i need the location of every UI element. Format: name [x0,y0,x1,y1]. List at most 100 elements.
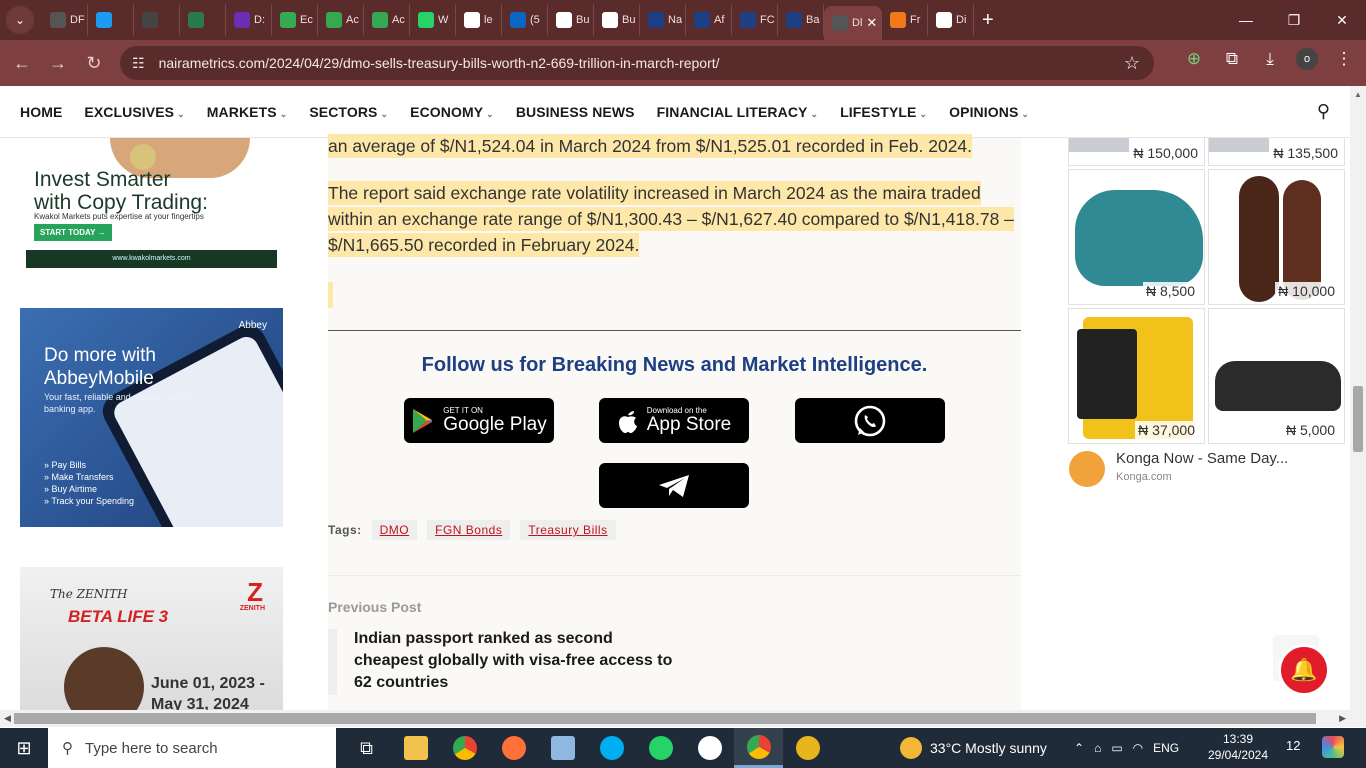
browser-tab[interactable]: FC [732,4,778,36]
browser-tab[interactable]: Ac [318,4,364,36]
browser-tab[interactable]: Ba [778,4,824,36]
product-card-welder[interactable]: ₦ 37,000 [1068,308,1205,444]
highlighted-text: The report said exchange rate volatility… [328,181,1014,257]
product-price: ₦ 8,500 [1142,282,1198,300]
weather-widget[interactable]: 33°C Mostly sunny [900,728,1047,768]
browser-tab-active[interactable]: Dl ✕ [824,6,882,40]
address-bar[interactable]: ☷ nairametrics.com/2024/04/29/dmo-sells-… [120,46,1154,80]
browser-tab[interactable]: Ac [364,4,410,36]
tag-link[interactable]: FGN Bonds [427,520,511,540]
chrome-active-icon[interactable] [734,728,783,768]
task-view-icon[interactable]: ⧉ [342,728,391,768]
browser-tab[interactable] [134,4,180,36]
ad-abbey-mobile[interactable]: Abbey Do more with AbbeyMobile Your fast… [20,308,283,527]
url-text: nairametrics.com/2024/04/29/dmo-sells-tr… [158,55,720,71]
wifi-icon[interactable]: ◠ [1133,741,1143,755]
nav-item-sectors[interactable]: SECTORS ⌄ [309,104,388,120]
browser-tab[interactable]: Ec [272,4,318,36]
product-card[interactable]: ₦ 150,000 [1068,138,1205,166]
product-card-brush-set[interactable]: ₦ 5,000 [1208,308,1345,444]
taskbar-clock[interactable]: 13:39 29/04/2024 [1206,731,1270,763]
nav-item-opinions[interactable]: OPINIONS ⌄ [949,104,1029,120]
menu-kebab-icon[interactable]: ⋮ [1332,49,1356,69]
browser-tab[interactable]: D: [226,4,272,36]
browser-tab[interactable]: Fr [882,4,928,36]
nav-item-markets[interactable]: MARKETS ⌄ [207,104,288,120]
whatsapp-icon[interactable] [685,728,734,768]
downloads-icon[interactable]: ⤓ [1258,49,1282,69]
search-icon[interactable]: ⚲ [1317,101,1330,122]
nav-item-financial-literacy[interactable]: FINANCIAL LITERACY ⌄ [657,104,819,120]
product-card-slipper[interactable]: ₦ 8,500 [1068,169,1205,305]
browser-tab[interactable]: Bu [594,4,640,36]
bookmark-star-icon[interactable]: ☆ [1124,53,1140,74]
notes-app-icon[interactable] [538,728,587,768]
windows-start-icon[interactable]: ⊞ [0,728,48,768]
tray-chevron-up-icon[interactable]: ⌃ [1074,741,1084,755]
app-store-button[interactable]: Download on the App Store [599,398,749,443]
browser-tab[interactable]: (5 [502,4,548,36]
product-image [1215,361,1341,411]
tray-meet-icon[interactable]: ⌂ [1094,741,1101,755]
browser-tab[interactable]: Di [928,4,974,36]
google-play-button[interactable]: GET IT ON Google Play [404,398,554,443]
browser-tab[interactable]: le [456,4,502,36]
tag-link[interactable]: DMO [371,520,418,540]
new-tab-plus-icon[interactable]: + [982,9,994,32]
whatsapp-business-icon[interactable] [636,728,685,768]
copilot-icon[interactable] [1322,736,1344,758]
minimize-icon[interactable]: — [1222,0,1270,40]
tab-search-chevron-icon[interactable]: ⌄ [6,6,34,34]
profile-avatar[interactable]: o [1296,48,1318,70]
highlighted-text: an average of $/N1,524.04 in March 2024 … [328,134,973,158]
scrollbar-thumb[interactable] [1353,386,1363,452]
browser-tab[interactable]: W [410,4,456,36]
browser-tab[interactable] [180,4,226,36]
product-card[interactable]: ₦ 135,500 [1208,138,1345,166]
language-indicator[interactable]: ENG [1153,741,1179,755]
scroll-up-arrow-icon[interactable]: ▲ [1354,90,1362,99]
nav-item-exclusives[interactable]: EXCLUSIVES ⌄ [84,104,184,120]
ad-kwakol-markets[interactable]: Invest Smarter with Copy Trading: Kwakol… [20,138,283,268]
close-window-icon[interactable]: ✕ [1318,0,1366,40]
skype-icon[interactable] [587,728,636,768]
add-extension-icon[interactable]: ⊕ [1182,49,1206,69]
nav-item-lifestyle[interactable]: LIFESTYLE ⌄ [840,104,927,120]
back-arrow-icon[interactable]: ← [4,53,40,74]
browser-tab[interactable]: Na [640,4,686,36]
firefox-icon[interactable] [489,728,538,768]
whatsapp-button[interactable] [795,398,945,443]
taskbar-search-box[interactable]: ⚲ Type here to search [48,728,336,768]
app-yellow-icon[interactable] [783,728,832,768]
ad-zenith-beta-life[interactable]: The ZENITH BETA LIFE 3 Z ZENITH June 01,… [20,567,283,710]
telegram-button[interactable] [599,463,749,508]
forward-arrow-icon[interactable]: → [40,53,76,74]
notification-center-icon[interactable]: 12 [1286,738,1300,753]
nav-item-home[interactable]: HOME [20,104,62,120]
battery-icon[interactable]: ▭ [1111,741,1122,755]
close-tab-icon[interactable]: ✕ [866,15,877,31]
page-vertical-scrollbar[interactable]: ▲ [1350,86,1366,710]
restore-icon[interactable]: ❐ [1270,0,1318,40]
chrome-icon[interactable] [440,728,489,768]
reload-icon[interactable]: ↻ [76,53,112,74]
browser-tab[interactable]: Af [686,4,732,36]
scrollbar-thumb[interactable] [14,713,1316,724]
file-explorer-icon[interactable] [391,728,440,768]
ad-cta-button[interactable]: START TODAY → [34,224,112,241]
product-card-shoe[interactable]: ₦ 10,000 [1208,169,1345,305]
browser-tab[interactable]: DF [42,4,88,36]
page-horizontal-scrollbar[interactable]: ◀ ▶ [0,710,1366,727]
tag-link[interactable]: Treasury Bills [520,520,616,540]
scroll-left-arrow-icon[interactable]: ◀ [4,713,11,724]
previous-post-link[interactable]: Indian passport ranked as second cheapes… [354,628,684,694]
browser-tab[interactable] [88,4,134,36]
nav-item-economy[interactable]: ECONOMY ⌄ [410,104,494,120]
scroll-right-arrow-icon[interactable]: ▶ [1339,713,1346,724]
browser-tab[interactable]: Bu [548,4,594,36]
notification-bell-icon[interactable]: 🔔 [1278,644,1330,696]
extensions-puzzle-icon[interactable]: ⧉ [1220,49,1244,69]
konga-ad-link[interactable]: Konga Now - Same Day... Konga.com [1069,449,1349,489]
site-settings-icon[interactable]: ☷ [132,55,145,72]
nav-item-business-news[interactable]: BUSINESS NEWS [516,104,635,120]
